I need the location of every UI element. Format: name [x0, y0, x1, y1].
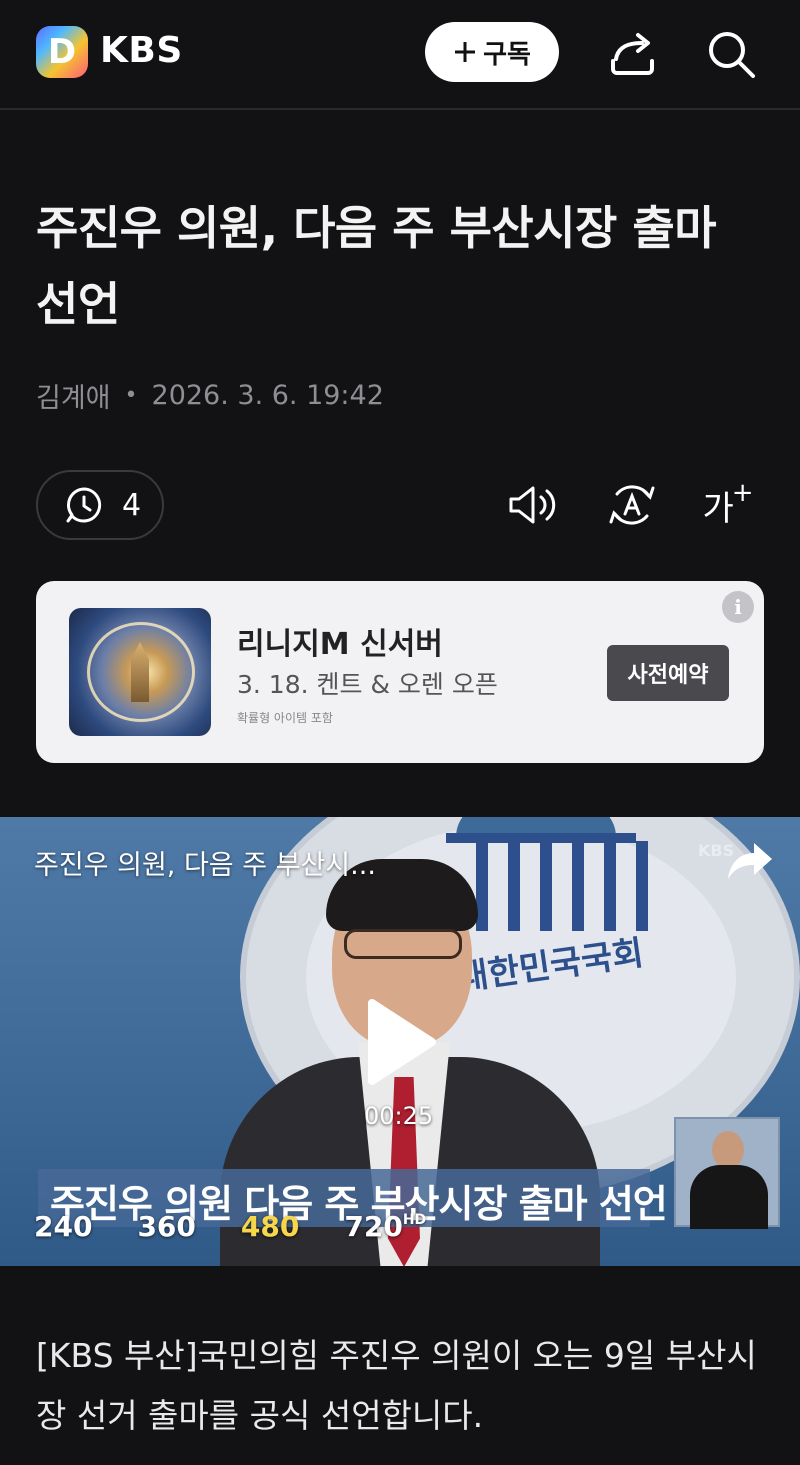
ad-thumbnail: [69, 608, 211, 736]
comment-button[interactable]: 4: [36, 470, 164, 540]
comment-icon: [66, 487, 102, 523]
video-duration: 00:25: [364, 1102, 434, 1130]
translate-button[interactable]: [604, 480, 660, 530]
comment-count: 4: [122, 487, 142, 523]
quality-selector: 240 360 480 720HD: [34, 1210, 426, 1243]
search-icon: [709, 32, 755, 78]
share-button[interactable]: [605, 26, 661, 82]
search-button[interactable]: [703, 26, 759, 82]
ad-subtitle: 3. 18. 켄트 & 오렌 오픈: [237, 670, 498, 699]
article-body: [KBS 부산]국민의힘 주진우 의원이 오는 9일 부산시장 선거 출마를 공…: [36, 1336, 757, 1435]
video-title: 주진우 의원, 다음 주 부산시...: [34, 850, 376, 881]
ad-banner[interactable]: 리니지M 신서버 3. 18. 켄트 & 오렌 오픈 확률형 아이템 포함 사전…: [36, 581, 764, 763]
signer-body: [690, 1165, 768, 1229]
speaker-glasses: [344, 929, 462, 959]
ad-title: 리니지M 신서버: [237, 627, 443, 662]
brand-name[interactable]: KBS: [100, 30, 183, 71]
subscribe-label: 구독: [483, 39, 531, 70]
hd-badge: HD: [402, 1212, 427, 1228]
article-title: 주진우 의원, 다음 주 부산시장 출마 선언: [36, 201, 717, 331]
publish-date: 2026. 3. 6. 19:42: [151, 380, 384, 411]
emblem-pillars: [476, 841, 648, 931]
plus-icon: [455, 42, 476, 62]
font-size-plus: +: [731, 478, 754, 508]
read-aloud-button[interactable]: [505, 480, 561, 530]
quality-option[interactable]: 360: [137, 1210, 195, 1243]
share-icon: [611, 33, 654, 75]
ad-disclaimer: 확률형 아이템 포함: [237, 711, 333, 725]
daum-logo[interactable]: D: [36, 26, 88, 78]
sign-language-inset: [674, 1117, 780, 1229]
quality-option[interactable]: 240: [34, 1210, 92, 1243]
quality-option-selected[interactable]: 480: [241, 1210, 299, 1243]
logo-letter: D: [47, 32, 77, 72]
author-name[interactable]: 김계애: [36, 376, 111, 415]
font-size-icon: 가: [702, 488, 734, 529]
byline: 김계애 • 2026. 3. 6. 19:42: [36, 376, 384, 415]
ad-info-icon[interactable]: i: [722, 591, 754, 623]
translate-icon: [609, 485, 655, 525]
preregister-button[interactable]: 사전예약: [607, 645, 729, 701]
font-size-button[interactable]: 가 +: [700, 478, 756, 530]
play-icon[interactable]: [360, 997, 440, 1087]
separator-dot: •: [124, 383, 138, 408]
quality-option-hd[interactable]: 720HD: [344, 1210, 426, 1243]
quality-720: 720: [344, 1210, 403, 1243]
video-player[interactable]: 대한민국국회 주진우 의원 다음 주 부산시장 출마 선언 KBS 주진우 의원…: [0, 817, 800, 1266]
top-bar: D KBS 구독: [0, 0, 800, 110]
speaker-icon: [509, 486, 556, 524]
video-share-icon[interactable]: [724, 839, 774, 883]
subscribe-button[interactable]: 구독: [425, 22, 559, 82]
signer-head: [712, 1131, 744, 1169]
